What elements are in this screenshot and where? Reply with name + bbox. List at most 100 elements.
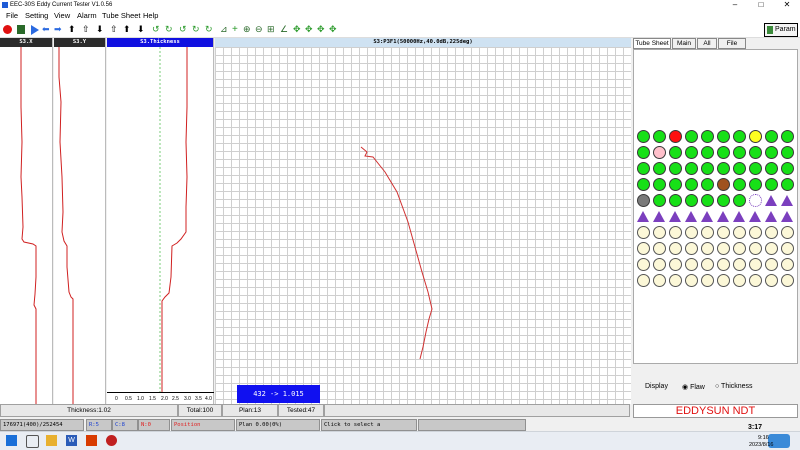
tube-plugged[interactable] bbox=[765, 195, 777, 206]
tube-untested[interactable] bbox=[653, 274, 666, 287]
tube-untested[interactable] bbox=[749, 226, 762, 239]
tube-tested[interactable] bbox=[717, 162, 730, 175]
tube-plugged[interactable] bbox=[717, 211, 729, 222]
tube-tested[interactable] bbox=[733, 162, 746, 175]
tube-tested[interactable] bbox=[765, 162, 778, 175]
powerpoint-icon[interactable] bbox=[86, 435, 97, 446]
tube-tested[interactable] bbox=[685, 162, 698, 175]
rotate-left-icon[interactable]: ↺ bbox=[152, 25, 160, 34]
windows-start-icon[interactable] bbox=[6, 435, 17, 446]
tube-plugged[interactable] bbox=[733, 211, 745, 222]
radio-flaw[interactable]: ◉ Flaw bbox=[682, 383, 705, 391]
tube-tested[interactable] bbox=[669, 146, 682, 159]
tube-untested[interactable] bbox=[717, 226, 730, 239]
rotate-fast-right-icon[interactable]: ↻ bbox=[192, 25, 200, 34]
tube-tested[interactable] bbox=[717, 130, 730, 143]
tube-tested[interactable] bbox=[749, 178, 762, 191]
tube-tested[interactable] bbox=[669, 178, 682, 191]
tube-tested[interactable] bbox=[653, 194, 666, 207]
tube-tested[interactable] bbox=[653, 130, 666, 143]
move-center-icon[interactable]: ✥ bbox=[329, 25, 337, 34]
menu-file[interactable]: File bbox=[6, 10, 18, 22]
record-icon[interactable] bbox=[3, 25, 12, 34]
file-explorer-icon[interactable] bbox=[46, 435, 57, 446]
tube-tested[interactable] bbox=[685, 178, 698, 191]
channel-x-panel[interactable]: S3.X bbox=[0, 38, 53, 404]
tube-tested[interactable] bbox=[653, 162, 666, 175]
word-icon[interactable]: W bbox=[66, 435, 77, 446]
tube-untested[interactable] bbox=[669, 274, 682, 287]
tube-untested[interactable] bbox=[685, 258, 698, 271]
tube-current[interactable] bbox=[749, 194, 762, 207]
tube-tested[interactable] bbox=[669, 194, 682, 207]
tube-plugged[interactable] bbox=[749, 211, 761, 222]
channel-y-panel[interactable]: S3.Y bbox=[54, 38, 106, 404]
tube-tested[interactable] bbox=[701, 194, 714, 207]
tube-untested[interactable] bbox=[749, 274, 762, 287]
tube-untested[interactable] bbox=[685, 242, 698, 255]
tube-tested[interactable] bbox=[669, 162, 682, 175]
arrow-up-box-icon[interactable]: ⬆ bbox=[123, 25, 131, 34]
tube-tested[interactable] bbox=[717, 194, 730, 207]
tube-tested[interactable] bbox=[733, 194, 746, 207]
tube-plugged[interactable] bbox=[653, 211, 665, 222]
tube-tested[interactable] bbox=[701, 162, 714, 175]
tube-untested[interactable] bbox=[733, 226, 746, 239]
tube-tested[interactable] bbox=[669, 130, 682, 143]
tube-untested[interactable] bbox=[749, 242, 762, 255]
tube-untested[interactable] bbox=[637, 242, 650, 255]
tube-plugged[interactable] bbox=[685, 211, 697, 222]
menu-alarm[interactable]: Alarm bbox=[77, 10, 97, 22]
tube-plugged[interactable] bbox=[701, 211, 713, 222]
export-icon[interactable]: ⇧ bbox=[82, 25, 90, 34]
tube-untested[interactable] bbox=[637, 226, 650, 239]
tube-untested[interactable] bbox=[717, 242, 730, 255]
tube-tested[interactable] bbox=[637, 146, 650, 159]
tube-untested[interactable] bbox=[733, 274, 746, 287]
menu-tube-sheet[interactable]: Tube Sheet bbox=[102, 10, 141, 22]
radio-thickness[interactable]: ○ Thickness bbox=[715, 383, 753, 390]
tube-untested[interactable] bbox=[701, 242, 714, 255]
back-arrow-icon[interactable]: ⬅ bbox=[42, 25, 50, 34]
zoom-out-icon[interactable]: ⊖ bbox=[255, 25, 263, 34]
tube-tested[interactable] bbox=[765, 178, 778, 191]
tube-plugged[interactable] bbox=[669, 211, 681, 222]
tube-untested[interactable] bbox=[669, 258, 682, 271]
tube-untested[interactable] bbox=[733, 258, 746, 271]
channel-thickness-panel[interactable]: S3.Thickness 0 0.5 1.0 1.5 2.0 2.5 3.0 3… bbox=[107, 38, 214, 404]
menu-view[interactable]: View bbox=[54, 10, 70, 22]
forward-arrow-icon[interactable]: ➡ bbox=[54, 25, 62, 34]
tube-untested[interactable] bbox=[765, 258, 778, 271]
maximize-button[interactable]: □ bbox=[752, 0, 770, 10]
tube-untested[interactable] bbox=[781, 226, 794, 239]
close-button[interactable]: ✕ bbox=[778, 0, 796, 10]
crosshair-icon[interactable]: + bbox=[232, 25, 240, 35]
rotate-reset-icon[interactable]: ↻ bbox=[205, 25, 213, 34]
tab-all[interactable]: All bbox=[697, 38, 717, 49]
import-icon[interactable]: ⇧ bbox=[110, 25, 118, 34]
tube-plugged[interactable] bbox=[637, 211, 649, 222]
tube-untested[interactable] bbox=[669, 226, 682, 239]
down-icon[interactable]: ⬇ bbox=[96, 25, 104, 34]
tube-tested[interactable] bbox=[749, 130, 762, 143]
tube-untested[interactable] bbox=[701, 274, 714, 287]
tube-plugged[interactable] bbox=[781, 211, 793, 222]
tube-tested[interactable] bbox=[637, 162, 650, 175]
tube-untested[interactable] bbox=[765, 242, 778, 255]
tube-untested[interactable] bbox=[653, 258, 666, 271]
tube-tested[interactable] bbox=[781, 178, 794, 191]
tube-tested[interactable] bbox=[781, 162, 794, 175]
up-icon[interactable]: ⬆ bbox=[68, 25, 76, 34]
info-comparison[interactable]: Click to select a comparison bbox=[321, 419, 417, 438]
move-icon[interactable]: ✥ bbox=[293, 25, 301, 34]
tube-tested[interactable] bbox=[717, 178, 730, 191]
tube-untested[interactable] bbox=[685, 274, 698, 287]
tube-untested[interactable] bbox=[701, 258, 714, 271]
app-taskbar-icon[interactable] bbox=[106, 435, 117, 446]
minimize-button[interactable]: – bbox=[726, 0, 744, 10]
tube-tested[interactable] bbox=[765, 146, 778, 159]
tube-tested[interactable] bbox=[685, 194, 698, 207]
tab-tube-sheet[interactable]: Tube Sheet bbox=[633, 38, 671, 49]
move-up-icon[interactable]: ✥ bbox=[305, 25, 313, 34]
tube-tested[interactable] bbox=[733, 178, 746, 191]
